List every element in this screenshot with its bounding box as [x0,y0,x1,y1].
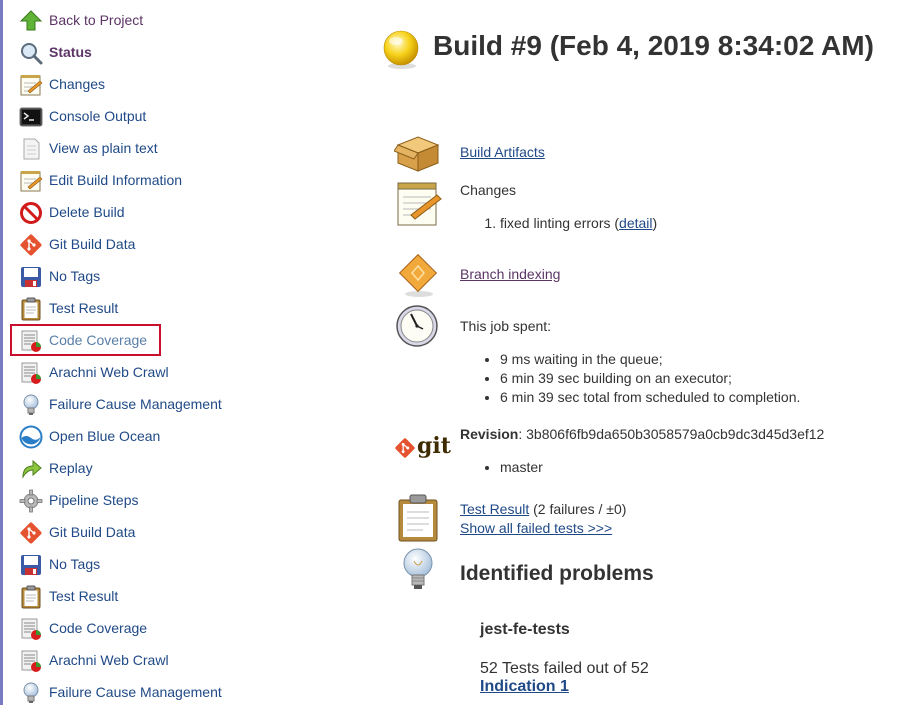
show-failed-tests-link[interactable]: Show all failed tests >>> [460,520,612,536]
revision-label: Revision [460,426,519,442]
identified-problems-heading: Identified problems [460,562,654,585]
test-result-line: Test Result (2 failures / ±0) [460,501,626,517]
main-panel: Build #9 (Feb 4, 2019 8:34:02 AM) Build … [0,0,900,705]
test-result-summary: (2 failures / ±0) [529,501,627,517]
indication-link[interactable]: Indication 1 [480,678,569,696]
package-box-icon [393,133,442,173]
branch-name: master [500,458,543,477]
time-queue-item: 9 ms waiting in the queue; [500,350,800,369]
revision-hash: 3b806f6fb9da650b3058579a0cb9dc3d45d3ef12 [526,426,825,442]
change-entry: fixed linting errors (detail) [500,214,657,233]
notepad-icon [395,181,443,227]
build-artifacts-link[interactable]: Build Artifacts [460,144,545,160]
time-total-item: 6 min 39 sec total from scheduled to com… [500,388,800,407]
revision-branches: master [500,458,543,477]
git-logo-icon [394,437,416,459]
change-close-paren: ) [652,215,658,231]
page-title: Build #9 (Feb 4, 2019 8:34:02 AM) [433,30,874,61]
build-status-yellow-ball-icon [382,30,422,70]
clipboard-icon [397,494,439,542]
time-spent-heading: This job spent: [460,318,552,334]
revision-separator: : [518,426,527,442]
time-executor-item: 6 min 39 sec building on an executor; [500,369,800,388]
changes-heading: Changes [460,182,517,198]
tests-failed-summary: 52 Tests failed out of 52 [480,660,649,677]
changes-list: fixed linting errors (detail) [500,214,657,233]
problem-job-name: jest-fe-tests [480,621,570,638]
clock-icon [395,303,441,349]
git-logo-text: git [417,433,451,459]
change-detail-link[interactable]: detail [619,215,652,231]
branch-indexing-icon [397,252,441,298]
branch-indexing-link[interactable]: Branch indexing [460,266,560,282]
change-message: fixed linting errors ( [500,215,620,231]
test-result-link[interactable]: Test Result [460,501,529,517]
time-spent-list: 9 ms waiting in the queue; 6 min 39 sec … [500,350,800,407]
lightbulb-icon [400,547,436,595]
revision-line: Revision: 3b806f6fb9da650b3058579a0cb9dc… [460,426,824,442]
